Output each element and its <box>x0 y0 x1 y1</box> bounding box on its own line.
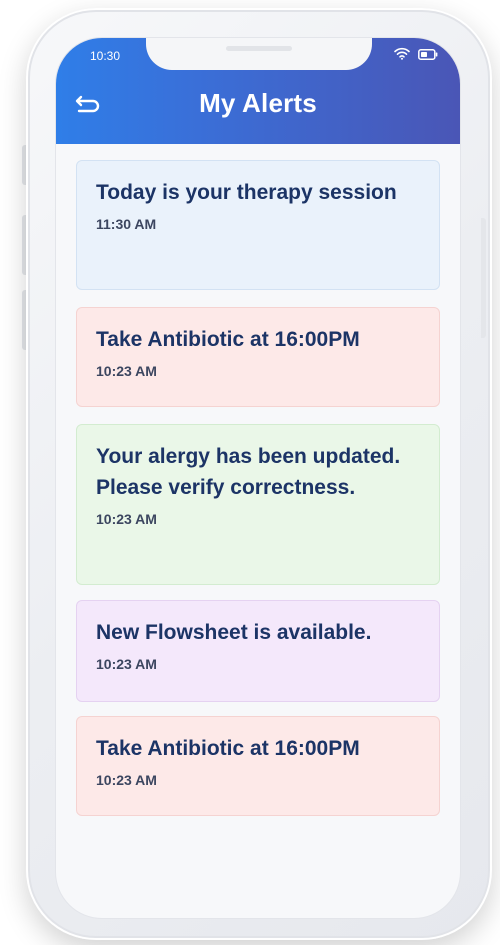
alert-message: Today is your therapy session <box>96 181 397 204</box>
app-header: 10:30 My Alerts <box>56 38 460 144</box>
phone-notch <box>146 38 372 70</box>
alert-card[interactable]: Take Antibiotic at 16:00PM 10:23 AM <box>76 307 440 407</box>
status-time: 10:30 <box>90 49 121 63</box>
wifi-icon <box>394 47 410 65</box>
alert-message: Your alergy has been updated. Please ver… <box>96 445 401 499</box>
alert-time: 10:23 AM <box>96 511 157 527</box>
alert-message: New Flowsheet is available. <box>96 621 372 644</box>
alert-time: 10:23 AM <box>96 772 157 788</box>
alert-time: 10:23 AM <box>96 656 157 672</box>
page-title: My Alerts <box>199 88 317 118</box>
alert-card[interactable]: Your alergy has been updated. Please ver… <box>76 424 440 585</box>
phone-power-button <box>481 218 486 338</box>
alert-message: Take Antibiotic at 16:00PM <box>96 328 360 351</box>
alert-time: 11:30 AM <box>96 216 157 232</box>
alert-card[interactable]: Today is your therapy session 11:30 AM <box>76 160 440 290</box>
stage: 10:30 My Alerts Today is your therapy se… <box>0 0 500 945</box>
alert-card[interactable]: Take Antibiotic at 16:00PM 10:23 AM <box>76 716 440 816</box>
alert-card[interactable]: New Flowsheet is available. 10:23 AM <box>76 600 440 702</box>
phone-screen: 10:30 My Alerts Today is your therapy se… <box>56 38 460 918</box>
alert-message: Take Antibiotic at 16:00PM <box>96 737 360 760</box>
alert-time: 10:23 AM <box>96 363 157 379</box>
notch-speaker <box>226 46 292 51</box>
battery-icon <box>418 47 438 65</box>
status-icons <box>394 47 438 65</box>
